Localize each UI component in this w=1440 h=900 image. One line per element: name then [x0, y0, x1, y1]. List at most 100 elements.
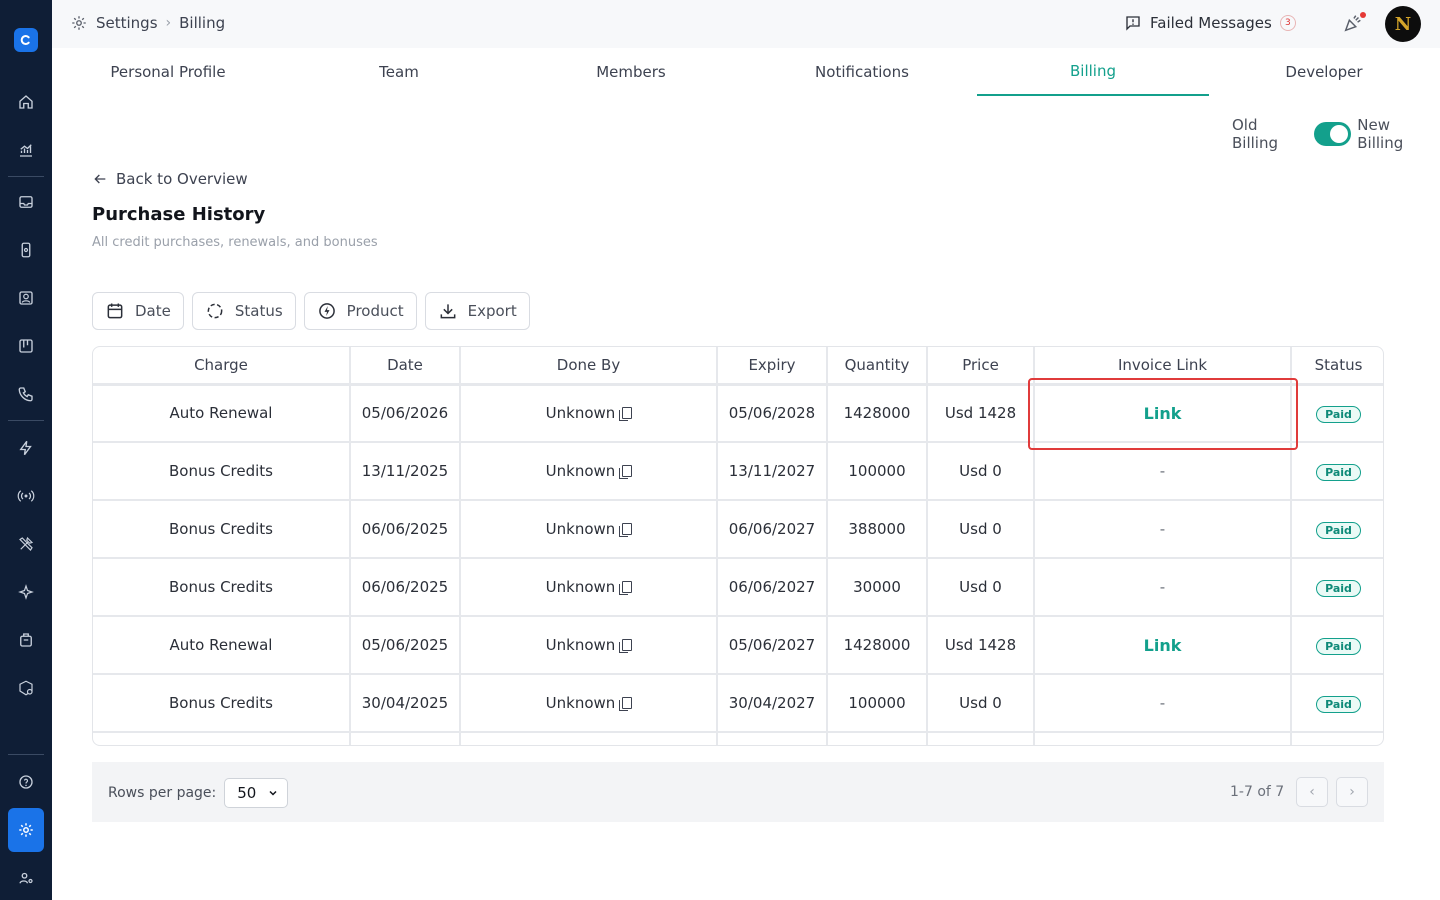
- tab-developer[interactable]: Developer: [1208, 48, 1440, 96]
- tab-members[interactable]: Members: [515, 48, 747, 96]
- column-header-invoice-link[interactable]: Invoice Link: [1034, 347, 1292, 386]
- column-header-expiry[interactable]: Expiry: [717, 347, 828, 386]
- export-label: Export: [467, 302, 517, 320]
- failed-messages-button[interactable]: Failed Messages 3: [1124, 14, 1296, 32]
- chevron-left-icon: ‹: [1309, 784, 1315, 800]
- column-header-status[interactable]: Status: [1291, 347, 1383, 386]
- package-settings-icon[interactable]: [14, 676, 38, 700]
- table-row: Bonus Credits 13/11/2025 Unknown 13/11/2…: [93, 442, 1383, 501]
- table-header-row: Charge Date Done By Expiry Quantity Pric…: [93, 347, 1383, 386]
- date-filter-button[interactable]: Date: [92, 292, 184, 330]
- help-icon[interactable]: [14, 770, 38, 794]
- cell-empty: [927, 732, 1035, 745]
- analytics-icon[interactable]: [14, 138, 38, 162]
- cell-quantity: 388000: [827, 500, 928, 559]
- phone-icon[interactable]: [14, 382, 38, 406]
- cell-invoice: Link: [1034, 384, 1292, 443]
- column-header-price[interactable]: Price: [927, 347, 1035, 386]
- cell-empty: [1034, 732, 1292, 745]
- status-badge: Paid: [1316, 405, 1361, 423]
- product-filter-label: Product: [346, 302, 404, 320]
- tab-team[interactable]: Team: [283, 48, 515, 96]
- status-filter-button[interactable]: Status: [191, 292, 296, 330]
- invoice-link[interactable]: Link: [1144, 404, 1182, 423]
- done-by-value: Unknown: [545, 636, 616, 654]
- cell-charge: Bonus Credits: [93, 442, 351, 501]
- breadcrumb-billing: Billing: [179, 14, 226, 32]
- cell-status: Paid: [1291, 384, 1383, 443]
- column-header-date[interactable]: Date: [350, 347, 461, 386]
- prev-page-button[interactable]: ‹: [1296, 777, 1328, 807]
- cell-status: Paid: [1291, 558, 1383, 617]
- copy-icon[interactable]: [619, 465, 633, 479]
- cell-expiry: 05/06/2027: [717, 616, 828, 675]
- status-badge: Paid: [1316, 695, 1361, 713]
- cell-status: Paid: [1291, 616, 1383, 675]
- copy-icon[interactable]: [619, 581, 633, 595]
- device-icon[interactable]: [14, 238, 38, 262]
- back-to-overview-link[interactable]: Back to Overview: [92, 170, 248, 188]
- top-bar: Settings › Billing Failed Messages 3 N: [52, 0, 1440, 48]
- cell-quantity: 30000: [827, 558, 928, 617]
- home-icon[interactable]: [14, 90, 38, 114]
- cell-expiry: 30/04/2027: [717, 674, 828, 733]
- table-row-partial: [93, 732, 1383, 745]
- tab-personal-profile[interactable]: Personal Profile: [52, 48, 284, 96]
- tab-notifications[interactable]: Notifications: [746, 48, 978, 96]
- cell-price: Usd 0: [927, 558, 1035, 617]
- sparkle-icon[interactable]: [14, 580, 38, 604]
- status-badge: Paid: [1316, 637, 1361, 655]
- product-filter-button[interactable]: Product: [303, 292, 417, 330]
- briefcase-icon[interactable]: [14, 628, 38, 652]
- cell-done-by: Unknown: [460, 558, 718, 617]
- inbox-icon[interactable]: [14, 190, 38, 214]
- invoice-empty: -: [1159, 578, 1166, 596]
- column-header-done-by[interactable]: Done By: [460, 347, 718, 386]
- status-badge: Paid: [1316, 579, 1361, 597]
- cell-empty: [827, 732, 928, 745]
- table-row: Bonus Credits 06/06/2025 Unknown 06/06/2…: [93, 500, 1383, 559]
- board-icon[interactable]: [14, 334, 38, 358]
- avatar[interactable]: N: [1385, 6, 1421, 42]
- table-row: Auto Renewal 05/06/2025 Unknown 05/06/20…: [93, 616, 1383, 675]
- rows-per-page-value: 50: [237, 784, 257, 802]
- cell-quantity: 100000: [827, 442, 928, 501]
- column-header-charge[interactable]: Charge: [93, 347, 351, 386]
- contacts-icon[interactable]: [14, 286, 38, 310]
- cell-invoice: -: [1034, 674, 1292, 733]
- settings-tabs: Personal Profile Team Members Notificati…: [52, 48, 1440, 98]
- invoice-link[interactable]: Link: [1144, 636, 1182, 655]
- chevron-right-icon: ›: [165, 15, 172, 31]
- cell-quantity: 1428000: [827, 616, 928, 675]
- copy-icon[interactable]: [619, 407, 633, 422]
- old-billing-label: Old Billing: [1232, 116, 1278, 152]
- cell-price: Usd 1428: [927, 384, 1035, 443]
- copy-icon[interactable]: [619, 523, 633, 537]
- billing-switch[interactable]: [1313, 122, 1352, 146]
- cell-done-by: Unknown: [460, 384, 718, 443]
- app-logo-icon[interactable]: [14, 28, 38, 52]
- breadcrumb-settings[interactable]: Settings: [96, 14, 158, 32]
- column-header-quantity[interactable]: Quantity: [827, 347, 928, 386]
- bolt-circle-icon: [318, 303, 335, 319]
- cell-date: 30/04/2025: [350, 674, 461, 733]
- next-page-button[interactable]: ›: [1336, 777, 1368, 807]
- export-button[interactable]: Export: [424, 292, 530, 330]
- tools-icon[interactable]: [14, 532, 38, 556]
- tab-billing[interactable]: Billing: [977, 48, 1209, 96]
- user-settings-icon[interactable]: [14, 866, 38, 890]
- rows-per-page-label: Rows per page:: [108, 785, 217, 801]
- rows-per-page-select[interactable]: 50: [224, 778, 289, 808]
- cell-done-by: Unknown: [460, 442, 718, 501]
- cell-price: Usd 0: [927, 500, 1035, 559]
- copy-icon[interactable]: [619, 697, 633, 711]
- arrow-left-icon: [94, 174, 106, 184]
- bolt-icon[interactable]: [14, 436, 38, 460]
- announcements-icon[interactable]: [1342, 12, 1366, 36]
- cell-done-by: Unknown: [460, 616, 718, 675]
- cell-status: Paid: [1291, 442, 1383, 501]
- settings-icon[interactable]: [14, 818, 38, 842]
- broadcast-icon[interactable]: [14, 484, 38, 508]
- cell-price: Usd 1428: [927, 616, 1035, 675]
- copy-icon[interactable]: [619, 639, 633, 653]
